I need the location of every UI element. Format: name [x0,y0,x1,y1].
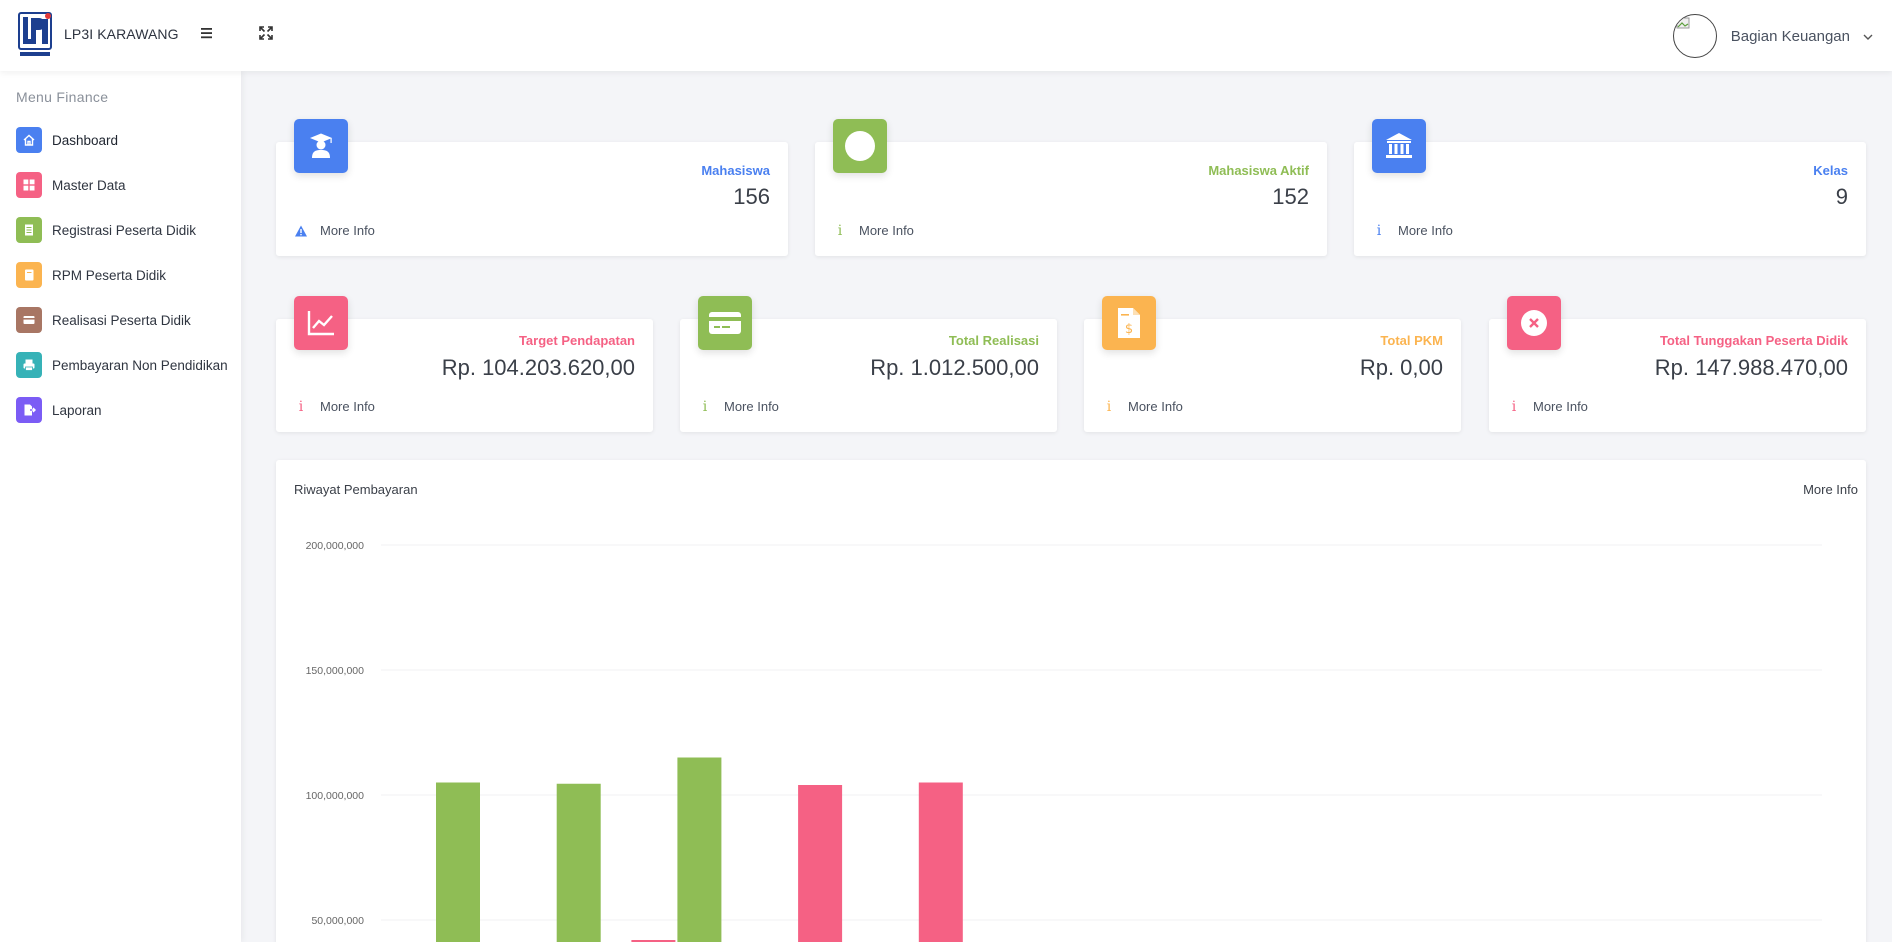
graduate-icon [294,119,348,173]
more-info-label[interactable]: More Info [1533,399,1588,414]
chart-bar[interactable] [918,782,963,942]
sidebar-item-rpm[interactable]: RPM Peserta Didik [16,261,166,289]
sidebar-item-label: Pembayaran Non Pendidikan [52,357,228,373]
stat-label: Mahasiswa Aktif [1208,163,1309,178]
more-info-label[interactable]: More Info [724,399,779,414]
stat-card-total-tunggakan: Total Tunggakan Peserta Didik Rp. 147.98… [1489,296,1866,432]
payment-history-chart-card: Riwayat Pembayaran More Info 50,000,000 1… [276,460,1866,942]
brand-name: LP3I KARAWANG [64,26,179,42]
info-icon: i [837,222,843,239]
info-icon: i [702,398,708,415]
stat-card-kelas: Kelas 9 i More Info [1354,119,1866,256]
home-icon [16,127,42,153]
stat-value: 9 [1835,184,1848,209]
sidebar-item-label: Laporan [52,402,102,418]
sidebar-item-label: Dashboard [52,132,119,148]
user-name[interactable]: Bagian Keuangan [1731,28,1850,45]
sidebar-title: Menu Finance [16,89,109,105]
lp3i-logo[interactable] [18,12,54,58]
avatar[interactable] [1672,14,1717,58]
sidebar-item-dashboard[interactable]: Dashboard [16,126,118,154]
sidebar-item-realisasi[interactable]: Realisasi Peserta Didik [16,306,191,334]
svg-text:$: $ [1125,322,1133,337]
y-tick-label: 100,000,000 [306,790,365,802]
more-info-label[interactable]: More Info [1398,223,1453,238]
sidebar-item-laporan[interactable]: Laporan [16,396,102,424]
sidebar-item-pembayaran-non-pendidikan[interactable]: Pembayaran Non Pendidikan [16,351,228,379]
sidebar-item-registrasi[interactable]: Registrasi Peserta Didik [16,216,196,244]
sidebar-item-master-data[interactable]: Master Data [16,171,126,199]
stat-value: 156 [733,184,770,209]
y-tick-label: 150,000,000 [306,665,365,677]
fullscreen-icon[interactable] [257,24,275,42]
stat-value: Rp. 0,00 [1359,355,1443,380]
y-tick-label: 50,000,000 [311,915,364,927]
stat-label: Total Tunggakan Peserta Didik [1659,333,1848,348]
user-menu[interactable]: Bagian Keuangan [1672,14,1874,58]
more-info-link[interactable]: i More Info [1507,398,1588,415]
sidebar-item-label: Master Data [52,177,126,193]
dollar-file-icon: $ [1102,296,1156,350]
chart-bar[interactable] [436,782,480,942]
stat-value: Rp. 104.203.620,00 [441,355,635,380]
institution-icon [1372,119,1426,173]
more-info-label[interactable]: More Info [320,223,375,238]
sidebar-item-label: Registrasi Peserta Didik [52,222,197,238]
more-info-label[interactable]: More Info [320,399,375,414]
bar-chart: 50,000,000 100,000,000 150,000,000 200,000,… [306,540,1822,942]
more-info-link[interactable]: i More Info [1102,398,1183,415]
stat-card-total-pkm: $ Total PKM Rp. 0,00 i More Info [1084,296,1461,432]
line-chart-icon [294,296,348,350]
stat-card-mahasiswa-aktif: Mahasiswa Aktif 152 i More Info [815,119,1327,256]
info-icon: i [1376,222,1382,239]
stat-value: Rp. 147.988.470,00 [1654,355,1848,380]
close-circle-icon [1507,296,1561,350]
y-tick-label: 200,000,000 [306,540,365,552]
chart-bar[interactable] [556,783,601,942]
grid-icon [16,172,42,198]
more-info-link[interactable]: i More Info [294,398,375,415]
info-icon: i [1511,398,1517,415]
stat-card-target-pendapatan: Target Pendapatan Rp. 104.203.620,00 i M… [276,296,653,432]
sidebar: Menu Finance Dashboard Master Data Regis… [0,71,241,942]
hamburger-menu-icon[interactable] [198,24,216,42]
more-info-link[interactable]: i More Info [698,398,779,415]
printer-icon [16,352,42,378]
circle-icon [833,119,887,173]
credit-card-icon [698,296,752,350]
stat-value: Rp. 1.012.500,00 [870,355,1039,380]
stat-value: 152 [1272,184,1309,209]
more-info-link[interactable]: i More Info [833,222,914,239]
more-info-link[interactable]: More Info [294,223,375,238]
document-icon [16,217,42,243]
chevron-down-icon[interactable] [1862,30,1874,42]
info-icon: i [298,398,304,415]
stat-card-mahasiswa: Mahasiswa 156 More Info [276,119,788,256]
chart-bar[interactable] [677,757,722,942]
export-file-icon [16,397,42,423]
chart-bar[interactable] [798,785,843,942]
stat-label: Target Pendapatan [518,333,635,348]
sidebar-item-label: RPM Peserta Didik [52,267,167,283]
more-info-label[interactable]: More Info [859,223,914,238]
stat-label: Mahasiswa [701,163,770,178]
more-info-link[interactable]: i More Info [1372,222,1453,239]
info-icon: i [1106,398,1112,415]
stat-label: Total Realisasi [948,333,1039,348]
notebook-icon [16,262,42,288]
warning-icon [294,224,308,238]
card-icon [16,307,42,333]
sidebar-item-label: Realisasi Peserta Didik [52,312,191,328]
more-info-label[interactable]: More Info [1128,399,1183,414]
stat-card-total-realisasi: Total Realisasi Rp. 1.012.500,00 i More … [680,296,1057,432]
stat-label: Kelas [1813,163,1848,178]
top-navbar: LP3I KARAWANG Bagian Keuangan [0,0,1892,71]
stat-label: Total PKM [1380,333,1443,348]
